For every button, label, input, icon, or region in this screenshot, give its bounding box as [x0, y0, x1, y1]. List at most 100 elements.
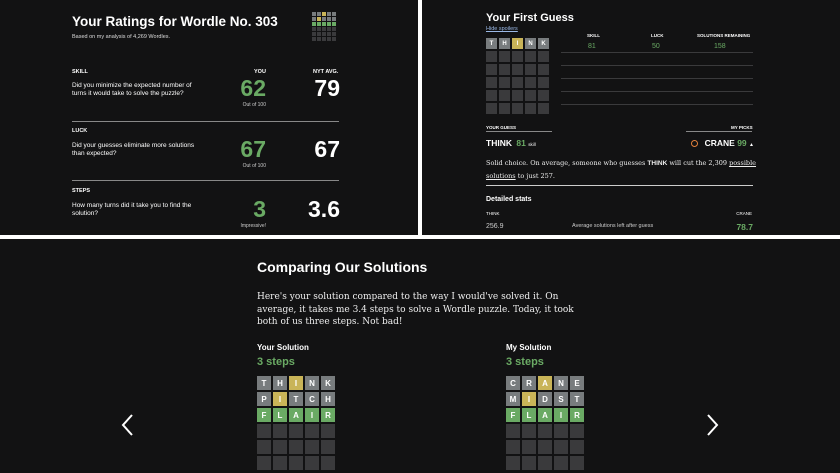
empty-tile	[522, 440, 536, 454]
empty-tile	[512, 64, 523, 75]
solution-tile: L	[522, 408, 536, 422]
luck-desc: Did your guesses eliminate more solution…	[72, 142, 195, 157]
mid-label: Average solutions left after guess	[572, 223, 654, 229]
hide-spoilers-link[interactable]: Hide spoilers	[486, 26, 518, 32]
divider	[72, 180, 339, 181]
solution-tile: H	[321, 392, 335, 406]
empty-tile	[273, 456, 287, 470]
empty-tile	[321, 440, 335, 454]
empty-tile	[570, 456, 584, 470]
solution-tile: C	[506, 376, 520, 390]
solution-tile: A	[289, 408, 303, 422]
empty-tile	[321, 424, 335, 438]
ratings-panel: Your Ratings for Wordle No. 303 Based on…	[0, 0, 418, 235]
empty-tile	[538, 90, 549, 101]
chevron-right-icon[interactable]	[704, 413, 720, 437]
sort-arrows-icon[interactable]: ▲	[749, 142, 754, 148]
divider	[486, 131, 552, 132]
solution-tile: T	[289, 392, 303, 406]
skill-nyt-score: 79	[314, 75, 340, 101]
empty-tile	[499, 77, 510, 88]
wordle-grid-icon	[312, 12, 338, 44]
solution-tile: A	[538, 376, 552, 390]
empty-tile	[538, 456, 552, 470]
ratings-subtitle: Based on my analysis of 4,269 Wordles.	[72, 34, 171, 40]
empty-tile	[538, 77, 549, 88]
skill-value: 81	[588, 43, 596, 50]
detailed-stats-heading: Detailed stats	[486, 196, 532, 203]
table-row-line	[561, 52, 753, 53]
solution-tile: I	[305, 408, 319, 422]
remaining-value: 158	[714, 43, 726, 50]
comparison-title: Comparing Our Solutions	[257, 259, 428, 275]
table-row-line	[561, 78, 753, 79]
pick-word: CRANE	[704, 138, 735, 148]
solution-tile: R	[321, 408, 335, 422]
empty-tile	[506, 456, 520, 470]
divider	[686, 131, 752, 132]
steps-nyt-score: 3.6	[308, 196, 340, 222]
comparison-text: Here's your solution compared to the way…	[257, 292, 574, 327]
empty-tile	[512, 90, 523, 101]
empty-tile	[257, 424, 271, 438]
my-pick-row[interactable]: CRANE 99 ▲	[686, 138, 754, 148]
col-remaining-header: SOLUTIONS REMAINING	[697, 33, 751, 38]
chevron-left-icon[interactable]	[120, 413, 136, 437]
steps-label: STEPS	[72, 188, 91, 194]
empty-tile	[486, 103, 497, 114]
bot-icon	[691, 140, 699, 148]
empty-tile	[499, 64, 510, 75]
solution-tile: R	[522, 376, 536, 390]
empty-tile	[525, 90, 536, 101]
empty-tile	[570, 440, 584, 454]
luck-you-score: 67	[240, 136, 266, 162]
empty-tile	[554, 456, 568, 470]
guess-description: Solid choice. On average, someone who gu…	[486, 157, 756, 182]
your-solution-grid: T H I N K P I T C H F L A I R	[257, 376, 337, 473]
empty-tile	[273, 424, 287, 438]
empty-tile	[512, 77, 523, 88]
skill-note: Out of 100	[242, 102, 266, 108]
empty-tile	[257, 440, 271, 454]
empty-tile	[273, 440, 287, 454]
empty-tile	[305, 456, 319, 470]
luck-label: LUCK	[72, 128, 88, 134]
solution-tile: I	[289, 376, 303, 390]
empty-tile	[554, 424, 568, 438]
luck-value: 50	[652, 43, 660, 50]
your-solution-label: Your Solution	[257, 343, 309, 352]
solution-tile: T	[570, 392, 584, 406]
empty-tile	[486, 77, 497, 88]
skill-label: SKILL	[72, 69, 88, 75]
solution-tile: R	[570, 408, 584, 422]
empty-tile	[289, 424, 303, 438]
empty-tile	[525, 64, 536, 75]
table-row-line	[561, 91, 753, 92]
solution-tile: T	[257, 376, 271, 390]
solution-tile: N	[554, 376, 568, 390]
solution-tile: I	[522, 392, 536, 406]
my-steps: 3 steps	[506, 356, 544, 368]
guess-tile: N	[525, 38, 536, 49]
solution-tile: S	[554, 392, 568, 406]
divider	[72, 121, 339, 122]
empty-tile	[512, 51, 523, 62]
left-word-label: THINK	[486, 211, 500, 216]
solution-tile: M	[506, 392, 520, 406]
empty-tile	[525, 51, 536, 62]
comparison-panel: Comparing Our Solutions Here's your solu…	[0, 239, 840, 473]
guess-score-suffix: skill	[528, 142, 536, 147]
ratings-title: Your Ratings for Wordle No. 303	[72, 14, 278, 29]
empty-tile	[257, 456, 271, 470]
your-guess-row: THINK 81 skill	[486, 138, 536, 148]
empty-tile	[289, 456, 303, 470]
my-solution-grid: C R A N E M I D S T F L A I R	[506, 376, 586, 473]
empty-tile	[525, 103, 536, 114]
solution-tile: K	[321, 376, 335, 390]
your-guess-label: YOUR GUESS	[486, 125, 517, 130]
empty-tile	[486, 64, 497, 75]
steps-desc: How many turns did it take you to find t…	[72, 202, 192, 217]
col-luck-header: LUCK	[651, 33, 664, 38]
solution-tile: I	[554, 408, 568, 422]
empty-tile	[499, 103, 510, 114]
